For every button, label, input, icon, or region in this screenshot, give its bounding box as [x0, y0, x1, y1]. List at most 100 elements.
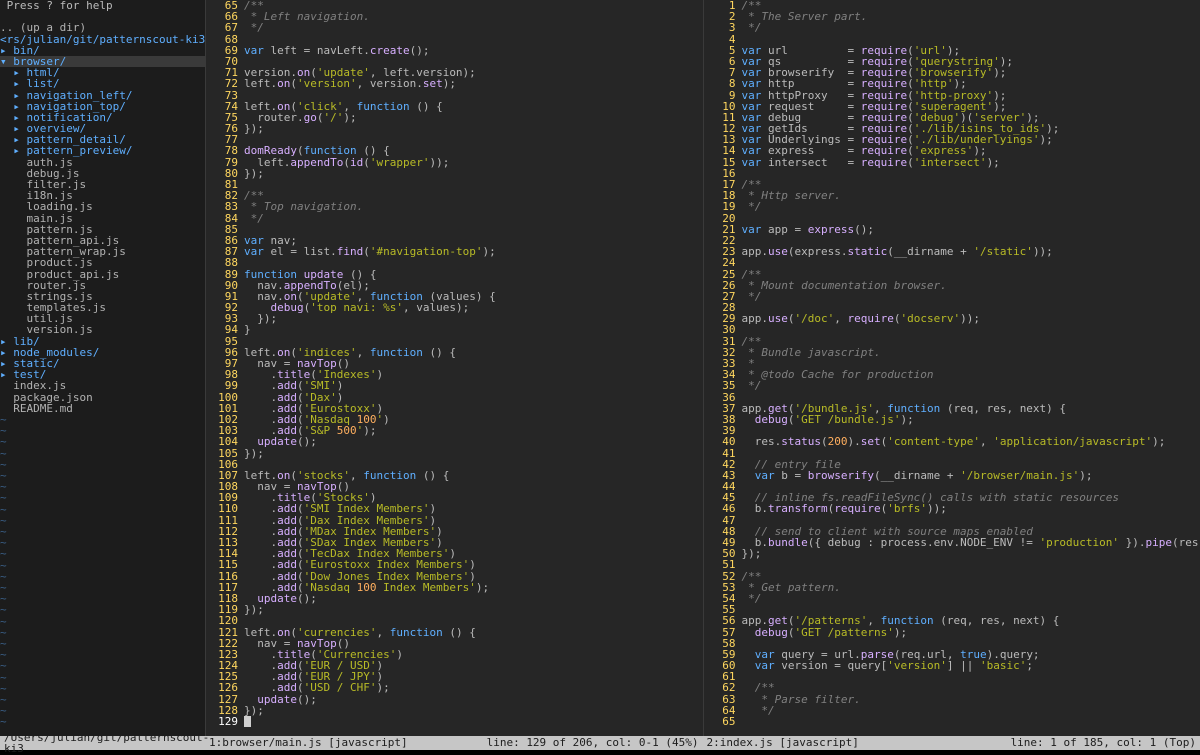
- code-text: [742, 168, 1200, 179]
- code-line[interactable]: 61: [704, 671, 1200, 682]
- line-number: 35: [704, 380, 742, 391]
- code-line[interactable]: 92 debug('top navi: %s', values);: [206, 302, 703, 313]
- code-line[interactable]: 121left.on('currencies', function () {: [206, 627, 703, 638]
- code-line[interactable]: 23app.use(express.static(__dirname + '/s…: [704, 246, 1200, 257]
- code-line[interactable]: 65: [704, 716, 1200, 727]
- code-line[interactable]: 93 });: [206, 313, 703, 324]
- code-line[interactable]: 54 */: [704, 593, 1200, 604]
- code-line[interactable]: 35 */: [704, 380, 1200, 391]
- code-text: [742, 559, 1200, 570]
- code-line[interactable]: 128});: [206, 705, 703, 716]
- code-line[interactable]: 83 * Top navigation.: [206, 201, 703, 212]
- code-text: var el = list.find('#navigation-top');: [244, 246, 703, 257]
- line-number: 126: [206, 682, 244, 693]
- code-line[interactable]: 105});: [206, 448, 703, 459]
- tilde-fill: ~ ~ ~ ~ ~ ~ ~ ~ ~ ~ ~ ~ ~ ~ ~ ~ ~ ~ ~ ~ …: [0, 414, 205, 728]
- code-line[interactable]: 66 * Left navigation.: [206, 11, 703, 22]
- code-text: app.use('/doc', require('docserv'));: [742, 313, 1200, 324]
- line-number: 9: [704, 90, 742, 101]
- code-line[interactable]: 50});: [704, 548, 1200, 559]
- code-line[interactable]: 49 b.bundle({ debug : process.env.NODE_E…: [704, 537, 1200, 548]
- code-line[interactable]: 119});: [206, 604, 703, 615]
- code-line[interactable]: 18 * Http server.: [704, 190, 1200, 201]
- code-line[interactable]: 78domReady(function () {: [206, 145, 703, 156]
- line-number: 67: [206, 22, 244, 33]
- code-line[interactable]: 60 var version = query['version'] || 'ba…: [704, 660, 1200, 671]
- code-line[interactable]: 87var el = list.find('#navigation-top');: [206, 246, 703, 257]
- editor-left[interactable]: 65/**66 * Left navigation.67 */6869var l…: [205, 0, 703, 736]
- code-text: * @todo Cache for production: [742, 369, 1200, 380]
- code-line[interactable]: 29app.use('/doc', require('docserv'));: [704, 313, 1200, 324]
- code-line[interactable]: 94}: [206, 324, 703, 335]
- line-number: 30: [704, 324, 742, 335]
- code-line[interactable]: 24: [704, 257, 1200, 268]
- code-line[interactable]: 26 * Mount documentation browser.: [704, 280, 1200, 291]
- code-line[interactable]: 69var left = navLeft.create();: [206, 45, 703, 56]
- code-line[interactable]: 81: [206, 179, 703, 190]
- line-number: 73: [206, 90, 244, 101]
- code-text: debug('GET /patterns');: [742, 627, 1200, 638]
- code-text: }: [244, 324, 703, 335]
- code-line[interactable]: 43 var b = browserify(__dirname + '/brow…: [704, 470, 1200, 481]
- code-line[interactable]: 80});: [206, 168, 703, 179]
- code-line[interactable]: 104 update();: [206, 436, 703, 447]
- code-text: * Mount documentation browser.: [742, 280, 1200, 291]
- code-text: * Http server.: [742, 190, 1200, 201]
- code-line[interactable]: 30: [704, 324, 1200, 335]
- code-line[interactable]: 3 */: [704, 22, 1200, 33]
- code-text: */: [742, 380, 1200, 391]
- code-line[interactable]: 79 left.appendTo(id('wrapper'));: [206, 157, 703, 168]
- code-line[interactable]: 40 res.status(200).set('content-type', '…: [704, 436, 1200, 447]
- line-number: 14: [704, 145, 742, 156]
- line-number: 46: [704, 503, 742, 514]
- code-line[interactable]: 51: [704, 559, 1200, 570]
- code-line[interactable]: 64 */: [704, 705, 1200, 716]
- code-line[interactable]: 15var intersect = require('intersect');: [704, 157, 1200, 168]
- code-text: * Parse filter.: [742, 694, 1200, 705]
- code-text: * Bundle javascript.: [742, 347, 1200, 358]
- line-number: 89: [206, 269, 244, 280]
- code-line[interactable]: 75 router.go('/');: [206, 112, 703, 123]
- code-text: debug('top navi: %s', values);: [244, 302, 703, 313]
- code-text: });: [244, 313, 703, 324]
- code-line[interactable]: 84 */: [206, 213, 703, 224]
- line-number: 104: [206, 436, 244, 447]
- code-line[interactable]: 19 */: [704, 201, 1200, 212]
- code-text: left.appendTo(id('wrapper'));: [244, 157, 703, 168]
- code-text: */: [244, 213, 703, 224]
- code-line[interactable]: 46 b.transform(require('brfs'));: [704, 503, 1200, 514]
- code-line[interactable]: 27 */: [704, 291, 1200, 302]
- code-text: [742, 671, 1200, 682]
- code-text: [244, 716, 703, 727]
- code-line[interactable]: 76});: [206, 123, 703, 134]
- code-line[interactable]: 16: [704, 168, 1200, 179]
- code-line[interactable]: 2 * The Server part.: [704, 11, 1200, 22]
- cursor: [244, 716, 251, 727]
- code-line[interactable]: 21var app = express();: [704, 224, 1200, 235]
- line-number: 110: [206, 503, 244, 514]
- code-line[interactable]: 72left.on('version', version.set);: [206, 78, 703, 89]
- code-line[interactable]: 57 debug('GET /patterns');: [704, 627, 1200, 638]
- code-line[interactable]: 89function update () {: [206, 269, 703, 280]
- code-line[interactable]: 53 * Get pattern.: [704, 582, 1200, 593]
- code-line[interactable]: 63 * Parse filter.: [704, 694, 1200, 705]
- status-right-pos: line: 1 of 185, col: 1 (Top): [1007, 737, 1200, 748]
- line-number: 2: [704, 11, 742, 22]
- code-line[interactable]: 34 * @todo Cache for production: [704, 369, 1200, 380]
- file-tree-pane[interactable]: Press ? for help .. (up a dir) <rs/julia…: [0, 0, 205, 736]
- code-line[interactable]: 38 debug('GET /bundle.js');: [704, 414, 1200, 425]
- line-number: 24: [704, 257, 742, 268]
- line-number: 7: [704, 67, 742, 78]
- code-line[interactable]: 32 * Bundle javascript.: [704, 347, 1200, 358]
- tree-file[interactable]: README.md: [0, 403, 205, 414]
- code-text: left.on('version', version.set);: [244, 78, 703, 89]
- code-line[interactable]: 127 update();: [206, 694, 703, 705]
- line-number: 129: [206, 716, 244, 727]
- code-line[interactable]: 118 update();: [206, 593, 703, 604]
- editor-right[interactable]: 1/**2 * The Server part.3 */45var url = …: [703, 0, 1200, 736]
- code-text: var b = browserify(__dirname + '/browser…: [742, 470, 1200, 481]
- code-line[interactable]: 129: [206, 716, 703, 727]
- code-text: var intersect = require('intersect');: [742, 157, 1200, 168]
- code-line[interactable]: 67 */: [206, 22, 703, 33]
- code-text: var version = query['version'] || 'basic…: [742, 660, 1200, 671]
